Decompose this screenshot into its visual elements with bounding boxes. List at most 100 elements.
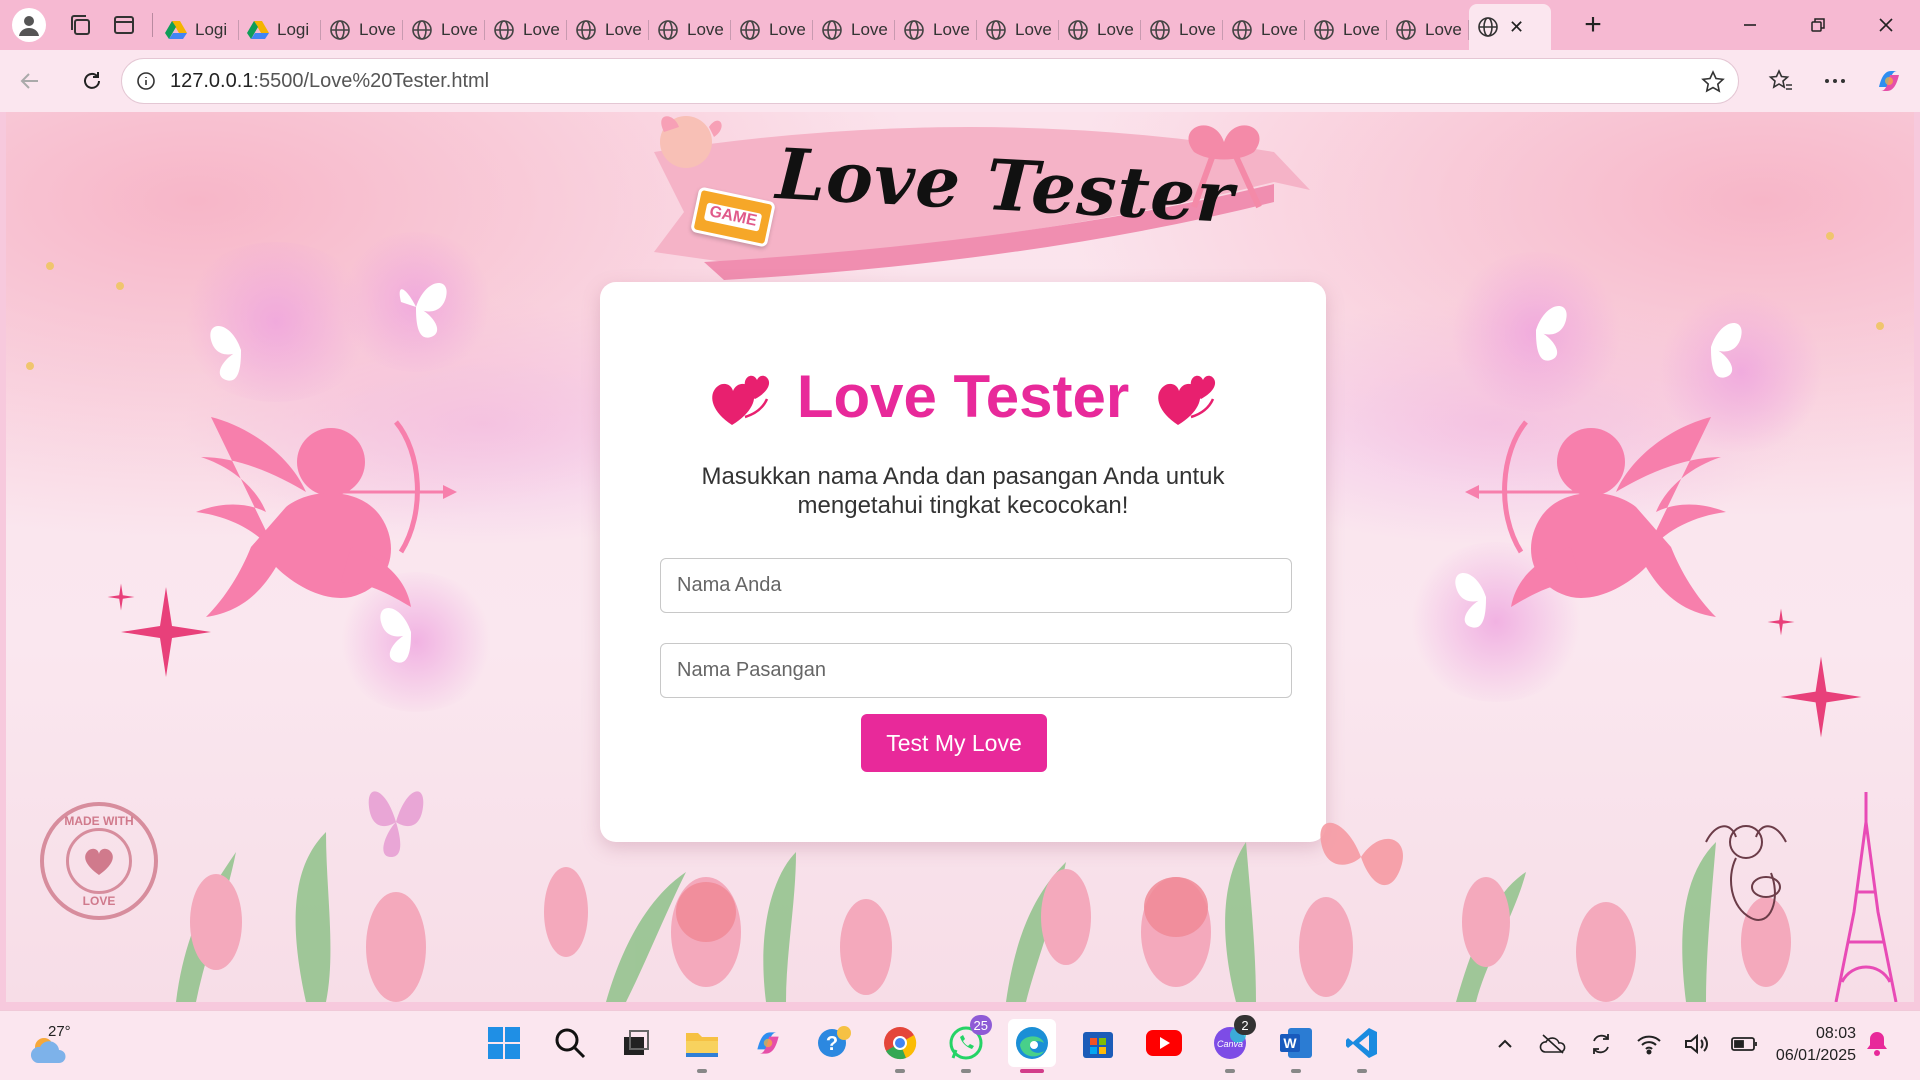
tab-label: Love	[605, 20, 642, 39]
whatsapp-icon[interactable]: 25	[942, 1015, 992, 1073]
tab-close-button[interactable]: ✕	[1509, 17, 1524, 38]
tulip-flowers-decoration	[176, 832, 1791, 1002]
made-with-love-stamp: MADE WITH LOVE	[40, 802, 158, 920]
chevron-up-icon[interactable]	[1490, 1029, 1520, 1059]
browser-tab[interactable]: Love	[1059, 10, 1141, 50]
running-indicator	[1020, 1069, 1044, 1073]
browser-tab[interactable]: Love	[895, 10, 977, 50]
browser-tab[interactable]: Love	[813, 10, 895, 50]
tab-label: Love	[1179, 20, 1216, 39]
wifi-icon[interactable]	[1634, 1029, 1664, 1059]
browser-tab[interactable]: Love	[731, 10, 813, 50]
browser-tab[interactable]: Love	[1141, 10, 1223, 50]
more-options-icon[interactable]	[1814, 60, 1856, 102]
running-indicator	[895, 1069, 905, 1073]
vertical-tabs-icon[interactable]	[104, 8, 144, 42]
tab-label: Love	[1343, 20, 1380, 39]
browser-toolbar	[1760, 60, 1910, 102]
cupid-left-icon	[196, 417, 457, 617]
vscode-icon[interactable]	[1338, 1019, 1386, 1073]
butterfly-icon	[210, 326, 241, 381]
sparkle-icon	[1780, 656, 1862, 738]
canva-icon[interactable]: Canva 2	[1206, 1015, 1256, 1073]
chrome-icon[interactable]	[876, 1019, 924, 1073]
taskbar-apps: ? 25 Canva 2 W	[480, 1015, 1386, 1073]
browser-tab[interactable]: Love	[567, 10, 649, 50]
favorites-icon[interactable]	[1760, 60, 1802, 102]
gold-dot	[1826, 232, 1834, 240]
tab-label: Love	[1015, 20, 1052, 39]
game-tag-text: GAME	[703, 202, 763, 232]
browser-tab[interactable]: Logi	[157, 10, 239, 50]
tab-label: Love	[1425, 20, 1462, 39]
browser-tab[interactable]: Love	[1223, 10, 1305, 50]
edge-icon[interactable]	[1008, 1019, 1056, 1073]
your-name-input[interactable]	[660, 558, 1292, 613]
word-icon[interactable]: W	[1272, 1019, 1320, 1073]
copilot-icon[interactable]	[1868, 60, 1910, 102]
sparkle-icon	[107, 583, 135, 611]
new-tab-button[interactable]: +	[1573, 7, 1613, 43]
tab-label: Love	[523, 20, 560, 39]
address-bar-row: 127.0.0.1:5500/Love%20Tester.html	[0, 50, 1920, 112]
sparkle-icon	[1767, 608, 1795, 636]
workspaces-icon[interactable]	[60, 8, 100, 42]
globe-icon	[1149, 19, 1171, 41]
butterfly-icon	[399, 283, 447, 338]
file-explorer-icon[interactable]	[678, 1019, 726, 1073]
start-button[interactable]	[480, 1019, 528, 1067]
globe-icon	[1395, 19, 1417, 41]
tab-label: Love	[441, 20, 478, 39]
drive-icon	[247, 19, 269, 41]
browser-tab[interactable]: Love	[977, 10, 1059, 50]
search-icon[interactable]	[546, 1019, 594, 1067]
running-indicator	[1225, 1069, 1235, 1073]
task-view-icon[interactable]	[612, 1019, 660, 1067]
profile-icon[interactable]	[12, 8, 46, 42]
globe-icon	[985, 19, 1007, 41]
tab-label: Love	[1261, 20, 1298, 39]
weather-temp: 27°	[48, 1023, 71, 1040]
weather-widget[interactable]: 27°	[28, 1023, 78, 1067]
windows-taskbar: 27° ? 25 Canva 2 W 08:03 06/01/2025	[0, 1010, 1920, 1080]
browser-tab[interactable]: Love	[403, 10, 485, 50]
globe-icon	[493, 19, 515, 41]
browser-tab[interactable]: Logi	[239, 10, 321, 50]
refresh-button[interactable]	[72, 61, 112, 101]
help-icon[interactable]: ?	[810, 1019, 858, 1067]
tab-label: Love	[687, 20, 724, 39]
url-path: :5500/Love%20Tester.html	[253, 69, 490, 92]
browser-tab[interactable]: Love	[321, 10, 403, 50]
close-window-button[interactable]	[1852, 0, 1920, 50]
globe-icon	[1313, 19, 1335, 41]
browser-tab[interactable]: Love	[1387, 10, 1469, 50]
clock-date: 06/01/2025	[1775, 1047, 1856, 1064]
partner-name-input[interactable]	[660, 643, 1292, 698]
favorite-star-icon[interactable]	[1700, 69, 1726, 100]
volume-icon[interactable]	[1682, 1029, 1712, 1059]
microsoft-store-icon[interactable]	[1074, 1019, 1122, 1067]
browser-tab[interactable]: Love	[649, 10, 731, 50]
copilot-app-icon[interactable]	[744, 1019, 792, 1067]
site-info-icon[interactable]	[134, 69, 158, 93]
youtube-icon[interactable]	[1140, 1019, 1188, 1067]
minimize-button[interactable]	[1716, 0, 1784, 50]
globe-icon	[903, 19, 925, 41]
restore-button[interactable]	[1784, 0, 1852, 50]
browser-tab[interactable]: Love	[1305, 10, 1387, 50]
instructions-text: Masukkan nama Anda dan pasangan Anda unt…	[701, 463, 1225, 519]
globe-icon	[1477, 16, 1499, 38]
battery-icon[interactable]	[1730, 1029, 1760, 1059]
window-controls	[1716, 0, 1920, 50]
notification-bell-icon[interactable]	[1864, 1029, 1890, 1062]
sync-icon[interactable]	[1586, 1029, 1616, 1059]
tab-active[interactable]: ✕	[1469, 4, 1551, 50]
browser-tab[interactable]: Love	[485, 10, 567, 50]
system-clock[interactable]: 08:03 06/01/2025	[1760, 1023, 1856, 1067]
url-field[interactable]: 127.0.0.1:5500/Love%20Tester.html	[121, 58, 1739, 104]
test-my-love-button[interactable]: Test My Love	[861, 714, 1047, 772]
running-indicator	[1357, 1069, 1367, 1073]
onedrive-offline-icon[interactable]	[1538, 1029, 1568, 1059]
heart-icon	[66, 828, 132, 894]
back-button[interactable]	[10, 61, 50, 101]
